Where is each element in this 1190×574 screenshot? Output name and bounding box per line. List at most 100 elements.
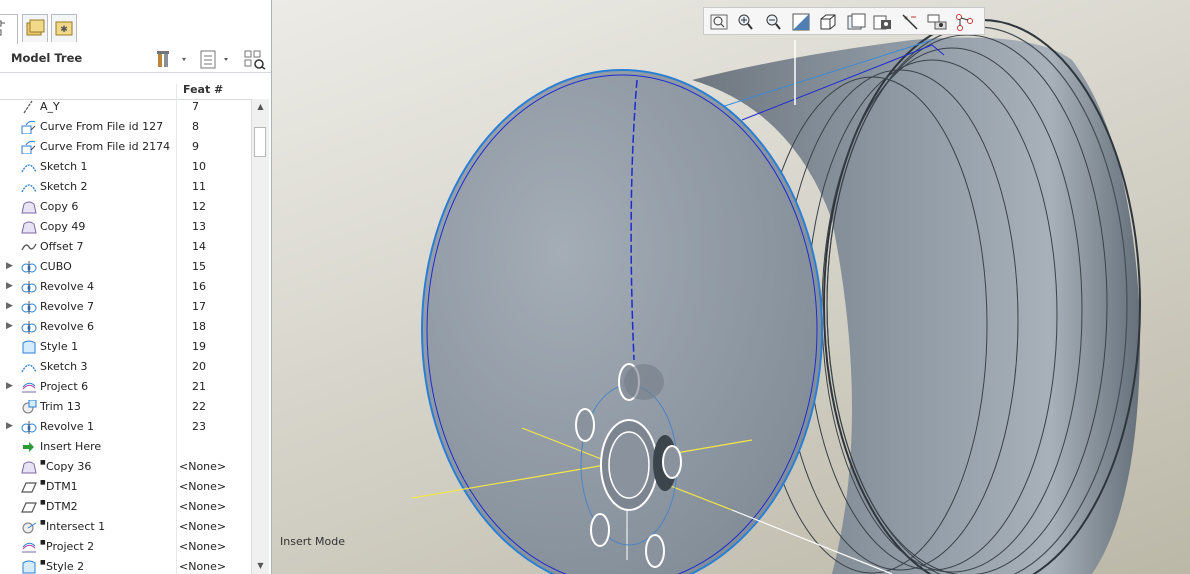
insert-mode-label: Insert Mode xyxy=(280,535,346,548)
tree-row-feat: 13 xyxy=(192,220,206,233)
annotation-display-button[interactable] xyxy=(926,12,948,32)
tree-row[interactable]: ▶ CUBO 15 xyxy=(0,257,251,277)
expand-arrow-icon[interactable]: ▶ xyxy=(6,261,16,271)
tree-row[interactable]: A_Y 7 xyxy=(0,97,251,117)
tree-row[interactable]: Sketch 2 11 xyxy=(0,177,251,197)
display-style-button[interactable] xyxy=(817,12,839,32)
scroll-thumb[interactable] xyxy=(254,127,266,157)
tab-model-tree[interactable] xyxy=(0,14,18,44)
tree-row[interactable]: DTM1 ■ <None> xyxy=(0,477,251,497)
view-manager-button[interactable] xyxy=(872,12,894,32)
scroll-up-icon[interactable]: ▲ xyxy=(252,99,269,115)
tree-row-name: Project 6 xyxy=(40,380,89,393)
model-tree-header: Model Tree xyxy=(0,44,271,73)
tree-row-name: Style 1 xyxy=(40,340,79,353)
sketch-icon xyxy=(21,360,37,374)
tree-row-name: Style 2 xyxy=(46,560,85,573)
modifier-marker-icon: ■ xyxy=(40,459,46,466)
tree-row[interactable]: Sketch 1 10 xyxy=(0,157,251,177)
tree-row[interactable]: Style 1 19 xyxy=(0,337,251,357)
graphics-viewport[interactable]: * Insert Mode xyxy=(272,0,1190,574)
repaint-button[interactable] xyxy=(790,12,812,32)
saved-orientations-button[interactable] xyxy=(845,12,867,32)
display-style-icon xyxy=(820,14,836,30)
refit-icon xyxy=(710,14,728,30)
tree-row-name: Insert Here xyxy=(40,440,102,453)
modifier-marker-icon: ■ xyxy=(40,479,46,486)
feat-number-column-header[interactable]: Feat # xyxy=(183,83,223,96)
model-tree-title: Model Tree xyxy=(11,51,83,65)
tree-row[interactable]: Project 2 ■ <None> xyxy=(0,537,251,557)
spin-center-button[interactable] xyxy=(954,12,976,32)
tree-row[interactable]: ▶ Revolve 1 23 xyxy=(0,417,251,437)
tree-row-feat: 21 xyxy=(192,380,206,393)
tree-row-name: Revolve 4 xyxy=(40,280,94,293)
revolve-icon xyxy=(21,320,37,334)
tree-row-feat: 7 xyxy=(192,100,199,113)
model-tree-tab-icon xyxy=(0,20,5,36)
revolve-icon xyxy=(21,420,37,434)
expand-arrow-icon[interactable]: ▶ xyxy=(6,421,16,431)
tree-row[interactable]: Copy 36 ■ <None> xyxy=(0,457,251,477)
tree-row-feat: 22 xyxy=(192,400,206,413)
curve-from-file-icon xyxy=(21,120,37,135)
tree-scrollbar[interactable]: ▲ ▼ xyxy=(251,99,269,574)
project-icon xyxy=(21,540,37,554)
tree-row[interactable]: Curve From File id 2174 9 xyxy=(0,137,251,157)
zoom-in-button[interactable] xyxy=(735,12,757,32)
model-tree-panel: ✱ Model Tree Feat # A_Y 7 Curve From File … xyxy=(0,0,272,574)
settings-dropdown[interactable] xyxy=(155,48,191,70)
tree-row[interactable]: ▶ Revolve 6 18 xyxy=(0,317,251,337)
tree-row-name: Curve From File id 2174 xyxy=(40,140,171,153)
show-dropdown[interactable] xyxy=(199,48,235,70)
saved-orientations-icon xyxy=(847,13,865,30)
filter-icon xyxy=(244,50,266,70)
tree-row-name: Copy 36 xyxy=(46,460,92,473)
repaint-icon xyxy=(792,13,810,31)
tree-row[interactable]: Curve From File id 127 8 xyxy=(0,117,251,137)
tree-row-feat: 9 xyxy=(192,140,199,153)
datum-display-button[interactable]: * xyxy=(899,12,921,32)
scroll-down-icon[interactable]: ▼ xyxy=(252,558,269,574)
tree-row-feat: 8 xyxy=(192,120,199,133)
tree-row[interactable]: ▶ Revolve 4 16 xyxy=(0,277,251,297)
tree-row-name: DTM1 xyxy=(46,480,78,493)
zoom-out-button[interactable] xyxy=(763,12,785,32)
tree-row-feat: 15 xyxy=(192,260,206,273)
tree-row[interactable]: Copy 49 13 xyxy=(0,217,251,237)
tree-row-feat: 20 xyxy=(192,360,206,373)
expand-arrow-icon[interactable]: ▶ xyxy=(6,281,16,291)
tree-row-feat: <None> xyxy=(179,560,227,573)
modifier-marker-icon: ■ xyxy=(40,519,46,526)
tree-row-feat: 17 xyxy=(192,300,206,313)
annotation-display-icon xyxy=(927,14,947,30)
tree-row[interactable]: Offset 7 14 xyxy=(0,237,251,257)
graphics-toolbar: * xyxy=(703,7,985,35)
tree-row[interactable]: Insert Here xyxy=(0,437,251,457)
tree-row[interactable]: Style 2 ■ <None> xyxy=(0,557,251,574)
svg-text:✱: ✱ xyxy=(60,25,68,35)
curve-from-file-icon xyxy=(21,140,37,155)
tree-row-name: Project 2 xyxy=(46,540,95,553)
tree-row[interactable]: Copy 6 12 xyxy=(0,197,251,217)
expand-arrow-icon[interactable]: ▶ xyxy=(6,321,16,331)
tree-row-feat: 11 xyxy=(192,180,206,193)
tree-row[interactable]: DTM2 ■ <None> xyxy=(0,497,251,517)
refit-button[interactable] xyxy=(708,12,730,32)
tree-row-name: Trim 13 xyxy=(40,400,81,413)
copy-surface-icon xyxy=(21,460,37,474)
tree-row-feat: 23 xyxy=(192,420,206,433)
tree-row[interactable]: Intersect 1 ■ <None> xyxy=(0,517,251,537)
tab-folder-browser[interactable] xyxy=(22,14,48,42)
expand-arrow-icon[interactable]: ▶ xyxy=(6,381,16,391)
tree-row[interactable]: Sketch 3 20 xyxy=(0,357,251,377)
filter-button[interactable] xyxy=(243,48,267,70)
tree-row[interactable]: Trim 13 22 xyxy=(0,397,251,417)
tab-favorites[interactable]: ✱ xyxy=(51,14,77,42)
modifier-marker-icon: ■ xyxy=(40,499,46,506)
copy-surface-icon xyxy=(21,220,37,234)
tree-row[interactable]: ▶ Revolve 7 17 xyxy=(0,297,251,317)
tree-row[interactable]: ▶ Project 6 21 xyxy=(0,377,251,397)
modifier-marker-icon: ■ xyxy=(40,559,46,566)
expand-arrow-icon[interactable]: ▶ xyxy=(6,301,16,311)
